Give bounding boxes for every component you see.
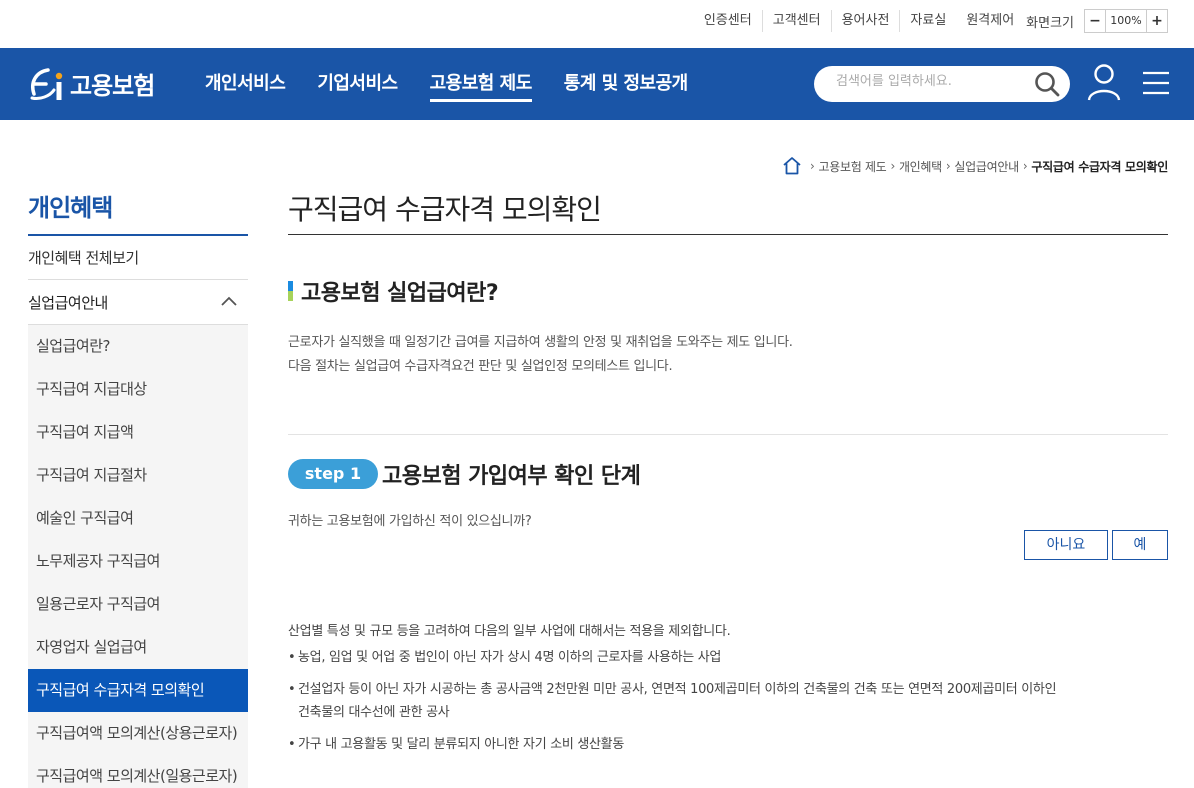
site-logo[interactable]: 고용보험: [28, 62, 155, 104]
step-badge: step 1: [288, 459, 378, 489]
search-icon[interactable]: [1034, 71, 1060, 97]
utility-bar: 인증센터 고객센터 용어사전 자료실 원격제어 화면크기 − 100% +: [0, 0, 1194, 48]
description-line: 다음 절차는 실업급여 수급자격요건 판단 및 실업인정 모의테스트 입니다.: [288, 359, 673, 374]
notice-bullet: 건설업자 등이 아닌 자가 시공하는 총 공사금액 2천만원 미만 공사, 연면…: [288, 678, 1168, 724]
zoom-in-button[interactable]: +: [1147, 10, 1167, 32]
notice-lead: 산업별 특성 및 규모 등을 고려하여 다음의 일부 사업에 대해서는 적용을 …: [288, 624, 731, 639]
user-icon[interactable]: [1087, 62, 1121, 102]
sidebar-item-labor-provider[interactable]: 노무제공자 구직급여: [28, 540, 248, 583]
notice-bullet: 농업, 임업 및 어업 중 법인이 아닌 자가 상시 4명 이하의 근로자를 사…: [288, 646, 1168, 669]
util-link-remote-control[interactable]: 원격제어: [956, 10, 1024, 32]
exclusion-notice: 산업별 특성 및 규모 등을 고려하여 다음의 일부 사업에 대해서는 적용을 …: [288, 622, 1168, 756]
breadcrumb-current: 구직급여 수급자격 모의확인: [1031, 159, 1168, 174]
utility-links: 인증센터 고객센터 용어사전 자료실 원격제어 화면크기 − 100% +: [694, 9, 1168, 33]
menu-personal-services[interactable]: 개인서비스: [205, 48, 286, 120]
menu-business-services[interactable]: 기업서비스: [317, 48, 398, 120]
sidebar-item-all-benefits[interactable]: 개인혜택 전체보기: [28, 236, 248, 280]
sidebar-item-artist[interactable]: 예술인 구직급여: [28, 497, 248, 540]
search-input[interactable]: [836, 74, 1026, 89]
sidebar-item-calc-regular[interactable]: 구직급여액 모의계산(상용근로자): [28, 712, 248, 755]
sidebar-item-daily-worker[interactable]: 일용근로자 구직급여: [28, 583, 248, 626]
step-header: step 1 고용보험 가입여부 확인 단계: [288, 458, 641, 490]
section-description: 근로자가 실직했을 때 일정기간 급여를 지급하여 생활의 안정 및 재취업을 …: [288, 331, 1168, 379]
sidebar-item-what-is-unemployment[interactable]: 실업급여란?: [28, 325, 248, 368]
sidebar-title: 개인혜택: [28, 188, 248, 236]
sidebar-sub-list: 실업급여란? 구직급여 지급대상 구직급여 지급액 구직급여 지급절차 예술인 …: [28, 325, 248, 788]
breadcrumb-item[interactable]: 실업급여안내: [954, 158, 1019, 175]
notice-bullet-line: 건설업자 등이 아닌 자가 시공하는 총 공사금액 2천만원 미만 공사, 연면…: [298, 682, 1057, 697]
section-title: 고용보험 실업급여란?: [288, 275, 1168, 307]
divider: [288, 434, 1168, 435]
section-bar-icon: [288, 281, 293, 301]
util-link-glossary[interactable]: 용어사전: [830, 10, 900, 32]
notice-bullet: 가구 내 고용활동 및 달리 분류되지 아니한 자기 소비 생산활동: [288, 733, 1168, 756]
sidebar-item-mock-check[interactable]: 구직급여 수급자격 모의확인: [28, 669, 248, 712]
util-link-customer-center[interactable]: 고객센터: [761, 10, 831, 32]
zoom-box: − 100% +: [1084, 9, 1168, 33]
chevron-up-icon: [221, 296, 237, 306]
sidebar: 개인혜택 개인혜택 전체보기 실업급여안내 실업급여란? 구직급여 지급대상 구…: [28, 188, 248, 788]
breadcrumb: › 고용보험 제도 › 개인혜택 › 실업급여안내 › 구직급여 수급자격 모의…: [782, 156, 1168, 176]
sidebar-item-self-employed[interactable]: 자영업자 실업급여: [28, 626, 248, 669]
sidebar-group-unemployment[interactable]: 실업급여안내: [28, 280, 248, 325]
zoom-control: 화면크기 − 100% +: [1026, 9, 1168, 33]
yes-button[interactable]: 예: [1112, 530, 1168, 560]
answer-buttons: 아니요 예: [1020, 530, 1168, 560]
search-box: [814, 66, 1070, 102]
breadcrumb-separator: ›: [890, 159, 895, 173]
menu-insurance-system[interactable]: 고용보험 제도: [429, 48, 532, 120]
sidebar-item-calc-daily[interactable]: 구직급여액 모의계산(일용근로자): [28, 755, 248, 788]
notice-bullet-line: 건축물의 대수선에 관한 공사: [298, 705, 450, 720]
main-menu: 개인서비스 기업서비스 고용보험 제도 통계 및 정보공개: [205, 48, 720, 120]
breadcrumb-item[interactable]: 개인혜택: [899, 158, 942, 175]
breadcrumb-separator: ›: [945, 159, 951, 173]
zoom-value: 100%: [1105, 10, 1147, 32]
sidebar-item-procedure[interactable]: 구직급여 지급절차: [28, 454, 248, 497]
page-title: 구직급여 수급자격 모의확인: [288, 188, 1168, 235]
breadcrumb-separator: ›: [1022, 159, 1028, 173]
zoom-out-button[interactable]: −: [1085, 10, 1105, 32]
zoom-label: 화면크기: [1026, 15, 1074, 31]
logo-text: 고용보험: [70, 71, 155, 100]
no-button[interactable]: 아니요: [1024, 530, 1108, 560]
step-question: 귀하는 고용보험에 가입하신 적이 있으십니까?: [288, 514, 532, 529]
step-title: 고용보험 가입여부 확인 단계: [382, 464, 641, 489]
sidebar-item-eligibility[interactable]: 구직급여 지급대상: [28, 368, 248, 411]
util-link-auth-center[interactable]: 인증센터: [694, 10, 762, 32]
menu-statistics[interactable]: 통계 및 정보공개: [564, 48, 688, 120]
sidebar-group-label: 실업급여안내: [28, 293, 108, 312]
util-link-archive[interactable]: 자료실: [899, 10, 956, 32]
home-icon[interactable]: [782, 156, 802, 176]
ei-logo-icon: [30, 68, 63, 100]
breadcrumb-item[interactable]: 고용보험 제도: [818, 158, 886, 175]
sidebar-item-amount[interactable]: 구직급여 지급액: [28, 411, 248, 454]
section-title-text: 고용보험 실업급여란?: [301, 281, 499, 306]
description-line: 근로자가 실직했을 때 일정기간 급여를 지급하여 생활의 안정 및 재취업을 …: [288, 335, 793, 350]
breadcrumb-separator: ›: [809, 159, 815, 173]
main-content: 구직급여 수급자격 모의확인 고용보험 실업급여란? 근로자가 실직했을 때 일…: [288, 188, 1168, 756]
hamburger-menu-icon[interactable]: [1143, 70, 1169, 96]
global-navigation-bar: 고용보험 개인서비스 기업서비스 고용보험 제도 통계 및 정보공개: [0, 48, 1194, 120]
